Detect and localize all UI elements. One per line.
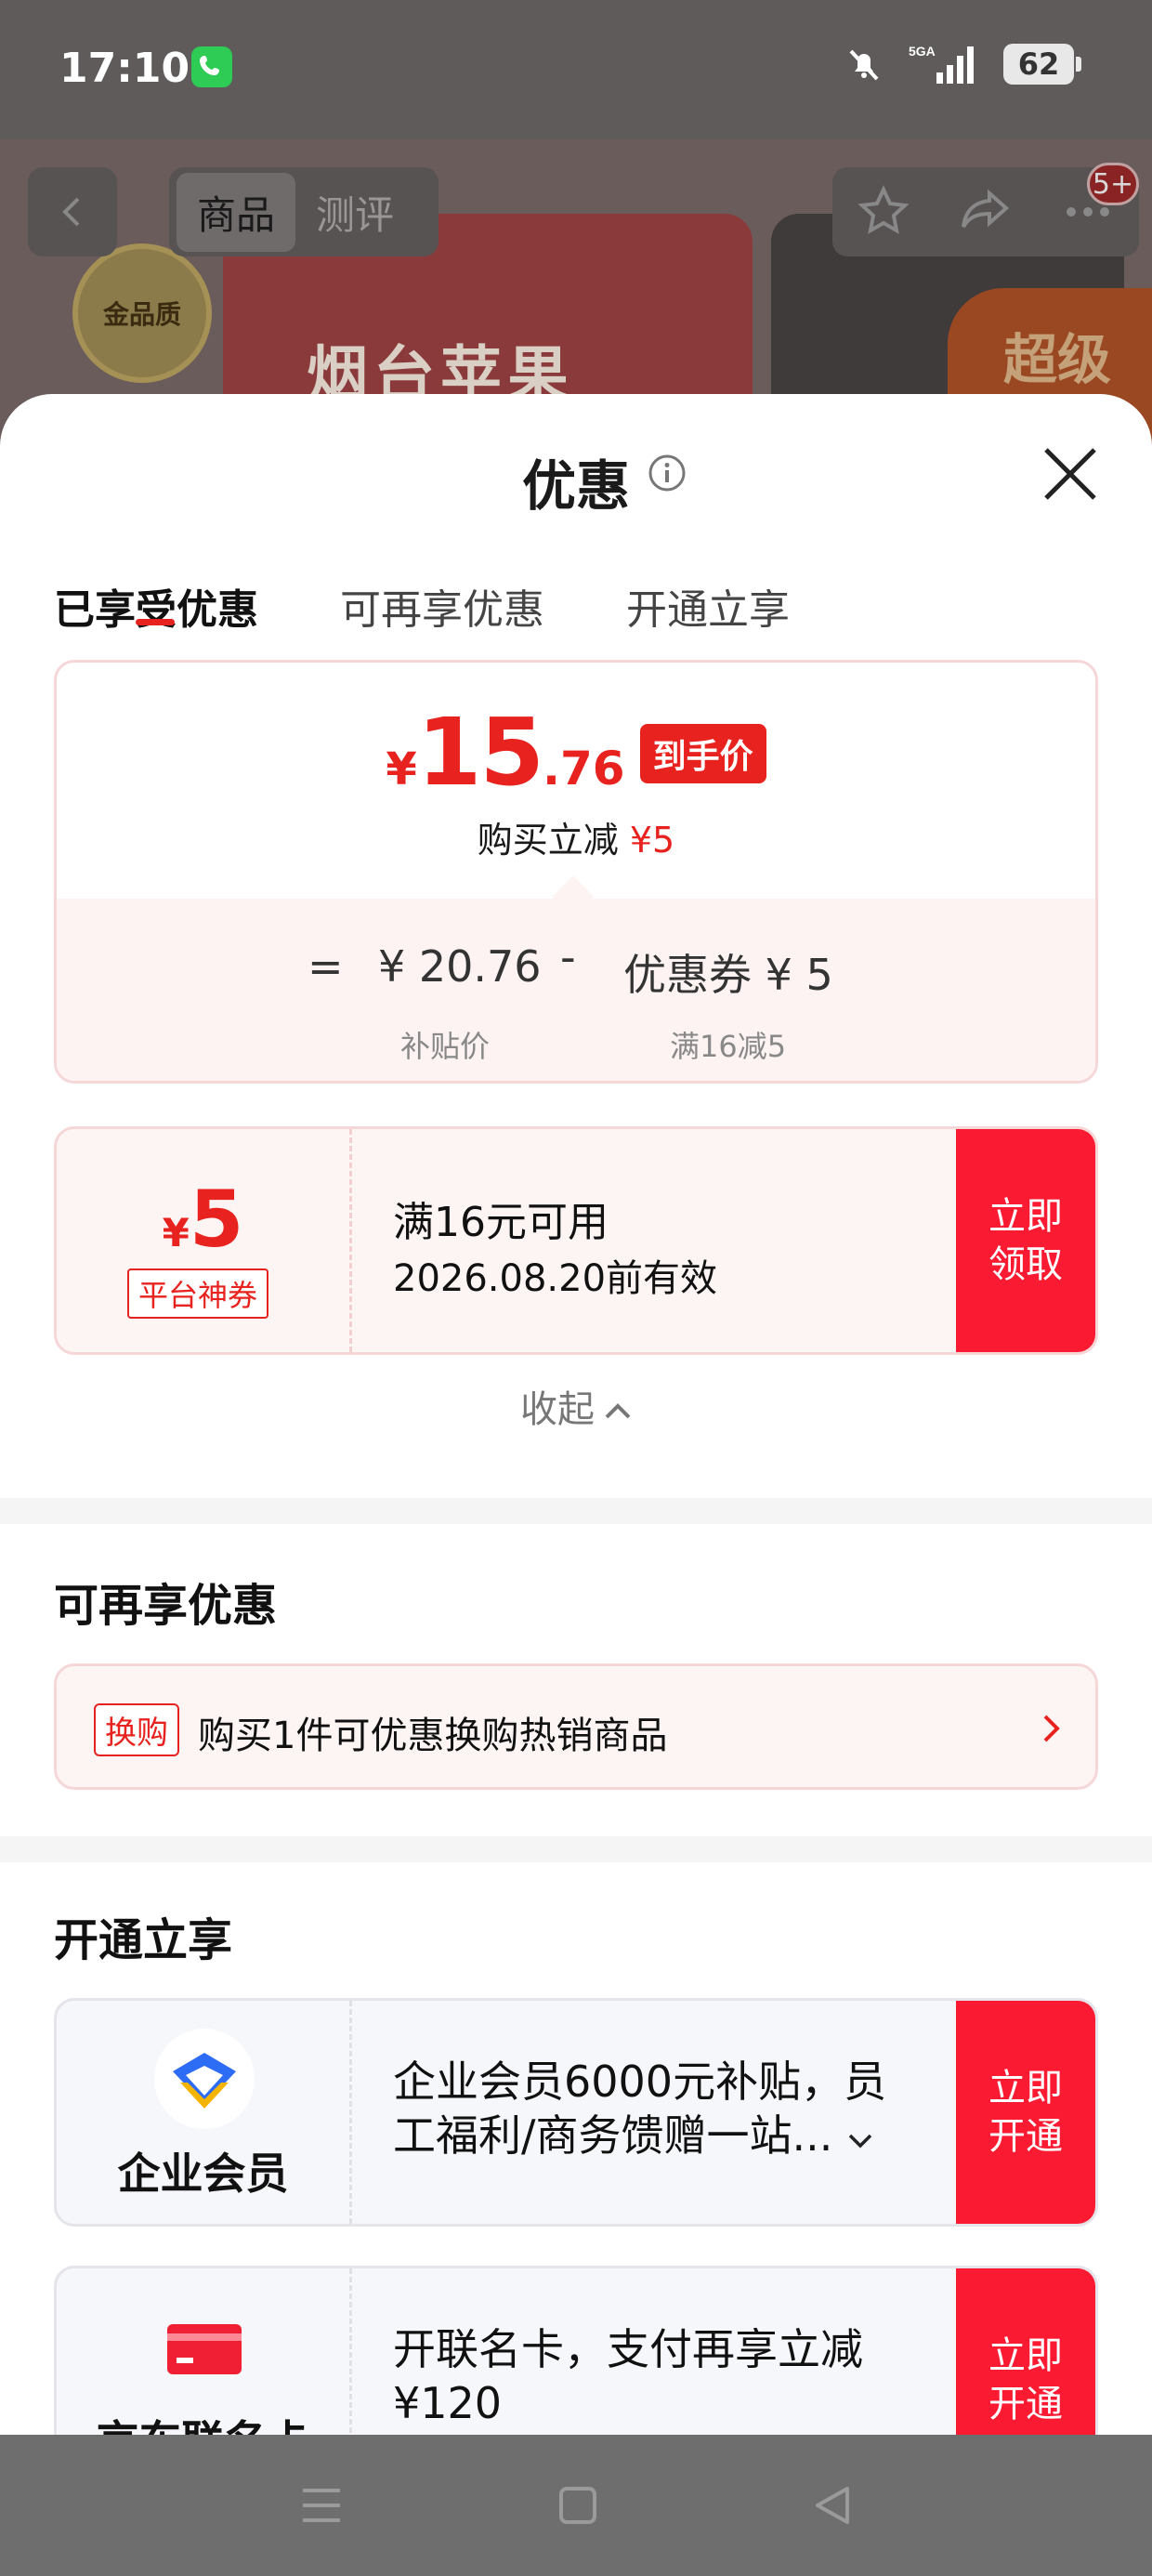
swap-offer-text: 购买1件可优惠换购热销商品 <box>198 1715 668 1757</box>
final-price: ¥ 15 .76 到手价 <box>57 698 1095 807</box>
reduction-label: 购买立减 <box>477 820 619 861</box>
member-description-text: 企业会员6000元补贴，员工福利/商务馈赠一站... <box>393 2057 887 2161</box>
swap-offer-row[interactable]: 换购 购买1件可优惠换购热销商品 <box>54 1663 1098 1790</box>
coupon-rule-label: 满16减5 <box>670 1029 787 1064</box>
final-price-card: ¥ 15 .76 到手价 购买立减 ¥5 = ¥ 20.76 - 优惠券 ¥ 5… <box>54 660 1098 1084</box>
sheet-header: 优惠 <box>0 394 1152 518</box>
platform-coupon: ¥5 平台神券 满16元可用 2026.08.20前有效 立即 领取 <box>54 1126 1098 1355</box>
coupon-type-tag: 平台神券 <box>127 1268 269 1319</box>
equals-sign: = <box>308 941 344 992</box>
claim-coupon-button[interactable]: 立即 领取 <box>956 1129 1095 1352</box>
svg-text:5GA: 5GA <box>909 44 936 59</box>
tab-enjoyed-discounts[interactable]: 已享受优惠 <box>54 576 258 636</box>
section-divider <box>0 1836 1152 1862</box>
swap-tag: 换购 <box>94 1703 179 1756</box>
final-price-summary: ¥ 15 .76 到手价 购买立减 ¥5 <box>57 663 1095 904</box>
coupon-currency: ¥ <box>162 1210 190 1255</box>
currency-symbol: ¥ <box>386 743 417 795</box>
collapse-button[interactable]: 收起 <box>0 1379 1152 1433</box>
status-bar: 17:10 5GA 62 <box>0 0 1152 139</box>
discount-tabs: 已享受优惠 可再享优惠 开通立享 <box>0 506 1152 634</box>
status-indicators: 5GA 62 <box>844 43 1081 85</box>
product-tabs: 商品 测评 <box>169 167 439 256</box>
member-description: 开联名卡，支付再享立减 ¥120 <box>393 2324 863 2428</box>
price-integer: 15 <box>416 698 544 807</box>
share-icon[interactable] <box>958 184 1014 240</box>
section-divider <box>0 1498 1152 1524</box>
enterprise-member-logo-icon <box>154 2029 255 2129</box>
tab-open-to-enjoy[interactable]: 开通立享 <box>626 576 790 636</box>
enterprise-member-card: 企业会员 企业会员6000元补贴，员工福利/商务馈赠一站... 立即 开通 <box>54 1998 1098 2227</box>
member-name: 企业会员 <box>117 2149 289 2199</box>
collapse-label: 收起 <box>520 1388 595 1431</box>
status-time: 17:10 <box>59 45 190 92</box>
more-discounts-title: 可再享优惠 <box>54 1580 278 1632</box>
cobrand-card-offer: 京东联名卡 开联名卡，支付再享立减 ¥120 立即 开通 <box>54 2266 1098 2435</box>
open-enterprise-member-button[interactable]: 立即 开通 <box>956 2001 1095 2224</box>
chevron-down-icon[interactable] <box>846 2130 874 2150</box>
battery-icon: 62 <box>1003 44 1081 85</box>
close-icon[interactable] <box>1039 442 1102 506</box>
member-brand: 企业会员 <box>57 2001 352 2224</box>
phone-call-icon <box>191 46 232 87</box>
subsidy-price-label: 补贴价 <box>400 1029 491 1064</box>
message-count-badge: 5+ <box>1087 163 1139 205</box>
gold-quality-badge: 金品质 <box>72 243 212 383</box>
reduction-amount: ¥5 <box>629 820 675 861</box>
open-to-enjoy-title: 开通立享 <box>54 1914 233 1966</box>
info-icon[interactable] <box>648 453 687 493</box>
price-decimal: .76 <box>542 742 625 795</box>
credit-card-icon <box>167 2324 242 2374</box>
discount-sheet: 优惠 已享受优惠 可再享优惠 开通立享 ¥ 15 .76 到手价 购买立减 ¥5… <box>0 394 1152 2435</box>
tab-more-discounts[interactable]: 可再享优惠 <box>340 576 544 636</box>
home-square-icon[interactable] <box>557 2485 598 2526</box>
tab-product[interactable]: 商品 <box>177 172 296 252</box>
member-name: 京东联名卡 <box>57 2408 349 2435</box>
final-price-badge: 到手价 <box>639 724 766 783</box>
back-triangle-icon[interactable] <box>812 2485 853 2526</box>
open-cobrand-card-button[interactable]: 立即 开通 <box>956 2268 1095 2435</box>
member-brand: 京东联名卡 <box>57 2268 352 2435</box>
active-tab-indicator <box>136 619 175 625</box>
back-button[interactable] <box>28 167 117 256</box>
coupon-deduction: 优惠券 ¥ 5 <box>623 950 833 1000</box>
coupon-validity: 2026.08.20前有效 <box>393 1257 718 1300</box>
system-navigation-bar <box>0 2435 1152 2576</box>
star-icon[interactable] <box>856 184 911 240</box>
coupon-amount: ¥5 <box>57 1174 349 1265</box>
coupon-number: 5 <box>189 1174 244 1265</box>
reduction-summary: 购买立减 ¥5 <box>57 811 1095 862</box>
muted-bell-icon <box>844 44 884 85</box>
chevron-up-icon <box>605 1403 631 1419</box>
minus-sign: - <box>560 932 576 982</box>
member-description: 企业会员6000元补贴，员工福利/商务馈赠一站... <box>393 2055 913 2162</box>
coupon-condition: 满16元可用 <box>393 1199 609 1246</box>
chevron-right-icon <box>1043 1715 1060 1742</box>
chevron-left-icon <box>62 197 80 227</box>
price-breakdown: = ¥ 20.76 - 优惠券 ¥ 5 补贴价 满16减5 <box>57 899 1095 1081</box>
subsidy-price: ¥ 20.76 <box>378 941 542 992</box>
coupon-value: ¥5 平台神券 <box>57 1129 352 1352</box>
cellular-signal-icon: 5GA <box>909 43 979 85</box>
menu-icon[interactable] <box>299 2485 344 2526</box>
tab-review[interactable]: 测评 <box>295 173 414 252</box>
